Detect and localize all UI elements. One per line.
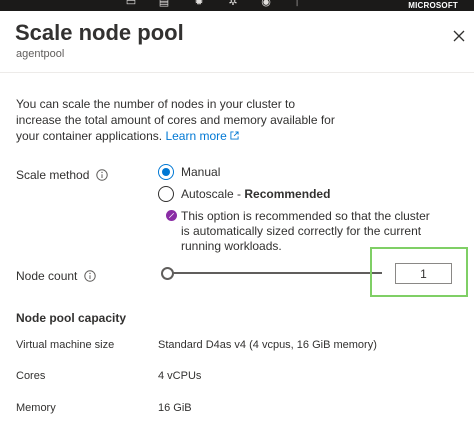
vm-size-label: Virtual machine size — [16, 339, 115, 351]
filter-icon[interactable]: ▤ — [157, 0, 171, 8]
vm-size-value: Standard D4as v4 (4 vcpus, 16 GiB memory… — [158, 339, 377, 351]
scale-method-label: Scale method — [16, 168, 109, 182]
recommended-icon — [166, 210, 177, 221]
bell-icon[interactable]: ✹ — [192, 0, 206, 8]
help-icon[interactable]: ◉ — [259, 0, 273, 8]
description: You can scale the number of nodes in you… — [16, 96, 336, 144]
memory-label: Memory — [16, 402, 56, 414]
terminal-icon[interactable]: ▭ — [124, 0, 138, 8]
top-nav-bar: ▭ ▤ ✹ ✲ ◉ ᛉ MICROSOFT — [0, 0, 474, 11]
cores-label: Cores — [16, 370, 46, 382]
panel-subtitle: agentpool — [16, 48, 65, 60]
node-count-slider-track[interactable] — [167, 272, 382, 274]
gear-icon[interactable]: ✲ — [226, 0, 240, 8]
radio-autoscale-label[interactable]: Autoscale - Recommended — [181, 187, 330, 201]
close-icon[interactable] — [450, 27, 468, 45]
recommended-badge: Recommended — [244, 187, 331, 201]
learn-more-link[interactable]: Learn more — [165, 129, 239, 143]
brand-label: MICROSOFT — [408, 1, 458, 10]
cores-value: 4 vCPUs — [158, 370, 202, 382]
node-count-slider-thumb[interactable] — [161, 267, 174, 280]
panel-title: Scale node pool — [15, 20, 184, 45]
memory-value: 16 GiB — [158, 402, 192, 414]
radio-manual[interactable] — [158, 164, 174, 180]
radio-manual-label[interactable]: Manual — [181, 165, 220, 179]
radio-autoscale[interactable] — [158, 186, 174, 202]
feedback-icon[interactable]: ᛉ — [290, 0, 304, 8]
node-count-input[interactable] — [395, 263, 452, 284]
info-icon[interactable] — [96, 169, 109, 181]
external-link-icon — [230, 131, 239, 140]
header-divider — [0, 72, 474, 73]
capacity-title: Node pool capacity — [16, 311, 127, 325]
node-count-label: Node count — [16, 269, 97, 283]
info-icon[interactable] — [84, 270, 97, 282]
